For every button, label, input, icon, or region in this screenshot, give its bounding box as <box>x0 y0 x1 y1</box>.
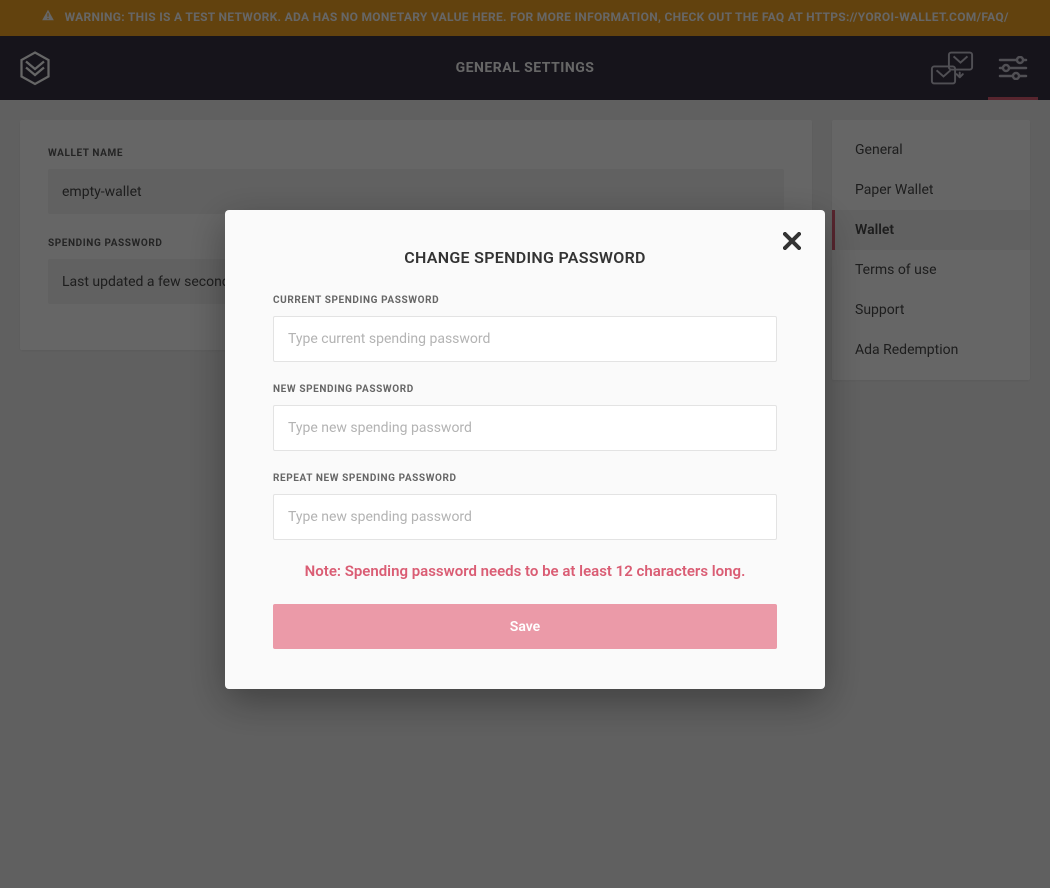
close-icon[interactable] <box>783 232 801 250</box>
save-button[interactable]: Save <box>273 604 777 649</box>
current-password-input[interactable] <box>273 316 777 362</box>
new-password-label: NEW SPENDING PASSWORD <box>273 384 777 395</box>
dialog-title: CHANGE SPENDING PASSWORD <box>273 248 777 267</box>
current-password-label: CURRENT SPENDING PASSWORD <box>273 295 777 306</box>
password-length-note: Note: Spending password needs to be at l… <box>273 562 777 580</box>
repeat-password-label: REPEAT NEW SPENDING PASSWORD <box>273 473 777 484</box>
change-password-dialog: CHANGE SPENDING PASSWORD CURRENT SPENDIN… <box>225 210 825 689</box>
modal-overlay[interactable]: CHANGE SPENDING PASSWORD CURRENT SPENDIN… <box>0 0 1050 888</box>
new-password-input[interactable] <box>273 405 777 451</box>
repeat-password-input[interactable] <box>273 494 777 540</box>
